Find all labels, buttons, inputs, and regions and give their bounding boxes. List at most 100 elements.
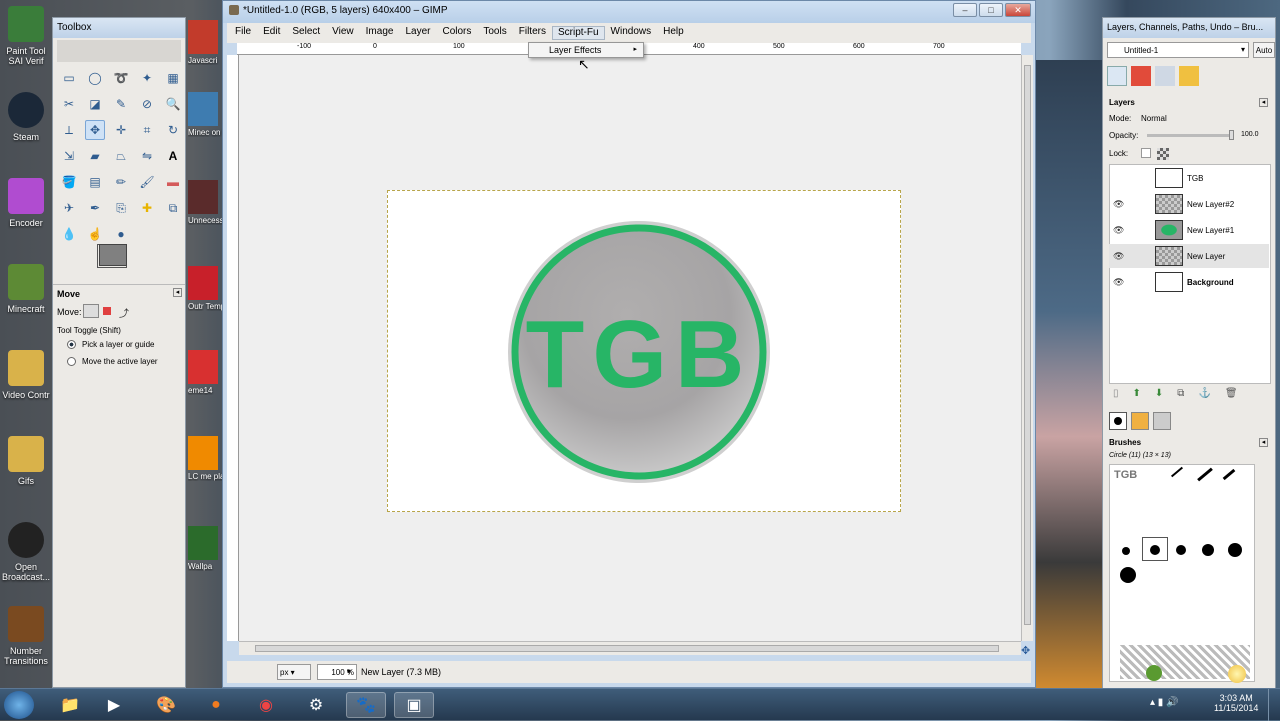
undo-tab-icon[interactable] [1179,66,1199,86]
brush-circle[interactable] [1202,544,1214,556]
channels-tab-icon[interactable] [1131,66,1151,86]
taskbar-gimp[interactable]: 🐾 [346,692,386,718]
option-move-active-layer[interactable]: Move the active layer [67,357,158,366]
duplicate-layer-icon[interactable]: ⧉ [1177,388,1184,399]
paths-tool-icon[interactable]: ✎ [111,94,131,114]
eye-icon[interactable]: 👁 [1113,277,1127,288]
brush-tgb[interactable]: TGB [1114,469,1137,481]
menu-colors[interactable]: Colors [436,26,477,40]
new-layer-button-icon[interactable]: ▯ [1113,388,1119,399]
taskbar-chrome[interactable]: ◉ [246,692,286,718]
desktop-icon-2-1[interactable]: Javascri [188,20,222,65]
vertical-ruler[interactable] [227,55,239,641]
ellipse-select-tool-icon[interactable]: ◯ [85,68,105,88]
foreground-select-tool-icon[interactable]: ◪ [85,94,105,114]
opacity-slider-handle[interactable] [1229,130,1234,140]
gradients-tab-icon[interactable] [1153,412,1171,430]
radio-unchecked-icon[interactable] [67,357,76,366]
desktop-icon-2-4[interactable]: Outr Templ [188,266,222,311]
taskbar-explorer[interactable]: 📁 [50,692,90,718]
color-select-tool-icon[interactable]: ▦ [163,68,183,88]
brushes-tab-icon[interactable] [1109,412,1127,430]
flip-tool-icon[interactable]: ⇋ [137,146,157,166]
dodge-burn-tool-icon[interactable]: ● [111,224,131,244]
taskbar-paint[interactable]: 🎨 [146,692,186,718]
tool-options-menu-icon[interactable]: ◂ [173,288,182,297]
lock-pixels-checkbox[interactable] [1141,148,1151,158]
brush-line[interactable] [1222,468,1236,481]
crop-tool-icon[interactable]: ⌗ [137,120,157,140]
layers-menu-icon[interactable]: ◂ [1259,98,1268,107]
rect-select-tool-icon[interactable]: ▭ [59,68,79,88]
lower-layer-icon[interactable]: ⬇ [1155,388,1163,399]
desktop-icon-minecraft[interactable]: Minecraft [0,264,52,314]
move-tool-icon[interactable]: ✥ [85,120,105,140]
taskbar-steam[interactable]: ⚙ [296,692,336,718]
layer-row-new-layer-2[interactable]: 👁 New Layer#2 [1109,192,1269,216]
measure-tool-icon[interactable]: ⟂ [59,120,79,140]
text-tool-icon[interactable]: A [163,146,183,166]
patterns-tab-icon[interactable] [1131,412,1149,430]
menu-script-fu[interactable]: Script-Fu [551,26,605,40]
brushes-menu-icon[interactable]: ◂ [1259,438,1268,447]
raise-layer-icon[interactable]: ⬆ [1133,388,1141,399]
airbrush-tool-icon[interactable]: ✈ [59,198,79,218]
desktop-icon-2-6[interactable]: LC me playe [188,436,222,481]
desktop-icon-2-7[interactable]: Wallpa [188,526,222,571]
menu-file[interactable]: File [229,26,257,40]
taskbar-gimp-image[interactable]: ▣ [394,692,434,718]
clone-tool-icon[interactable]: ⎘ [111,198,131,218]
menu-layer[interactable]: Layer [399,26,436,40]
menu-filters[interactable]: Filters [513,26,552,40]
eraser-tool-icon[interactable]: ▬ [163,172,183,192]
rotate-tool-icon[interactable]: ↻ [163,120,183,140]
image-canvas[interactable]: TGB [387,190,901,512]
brush-sparkle[interactable] [1228,665,1246,683]
fuzzy-select-tool-icon[interactable]: ✦ [137,68,157,88]
radio-checked-icon[interactable] [67,340,76,349]
desktop-icon-steam[interactable]: Steam [0,92,52,142]
pencil-tool-icon[interactable]: ✏ [111,172,131,192]
close-button[interactable]: ✕ [1005,3,1031,17]
minimize-button[interactable]: – [953,3,977,17]
opacity-value[interactable]: 100.0 [1241,131,1259,138]
mode-select[interactable]: Normal [1141,114,1167,123]
brushes-grid[interactable]: TGB [1109,464,1255,683]
taskbar-media-player[interactable]: ▶ [94,692,134,718]
layer-row-background[interactable]: 👁 Background [1109,270,1269,294]
smudge-tool-icon[interactable]: ☝ [85,224,105,244]
brush-circle[interactable] [1176,545,1186,555]
horizontal-scrollbar[interactable] [239,641,1021,655]
brush-pepper[interactable] [1146,665,1162,681]
horizontal-scroll-thumb[interactable] [255,645,999,652]
brush-circle[interactable] [1120,567,1136,583]
brush-line[interactable] [1197,467,1213,482]
eye-icon[interactable]: 👁 [1113,251,1127,262]
gimp-titlebar[interactable]: *Untitled-1.0 (RGB, 5 layers) 640x400 – … [223,1,1035,23]
paintbrush-tool-icon[interactable]: 🖌 [137,172,157,192]
show-desktop-button[interactable] [1268,689,1280,721]
opacity-slider-track[interactable] [1147,134,1229,137]
perspective-tool-icon[interactable]: ⏢ [111,146,131,166]
ink-tool-icon[interactable]: ✒ [85,198,105,218]
option-pick-layer[interactable]: Pick a layer or guide [67,340,154,349]
clock[interactable]: 3:03 AM 11/15/2014 [1214,693,1258,713]
color-picker-tool-icon[interactable]: ⊘ [137,94,157,114]
menu-view[interactable]: View [326,26,360,40]
scissors-tool-icon[interactable]: ✂ [59,94,79,114]
scale-tool-icon[interactable]: ⇲ [59,146,79,166]
blend-tool-icon[interactable]: ▤ [85,172,105,192]
dock-titlebar[interactable]: Layers, Channels, Paths, Undo – Bru... [1103,18,1275,38]
desktop-icon-gifs[interactable]: Gifs [0,436,52,486]
lock-alpha-icon[interactable] [1157,148,1169,160]
move-path-mode-icon[interactable]: ⤴ [119,305,129,320]
desktop-icon-video-contr[interactable]: Video Contr [0,350,52,400]
free-select-tool-icon[interactable]: ➰ [111,68,131,88]
menu-image[interactable]: Image [360,26,400,40]
eye-icon[interactable]: 👁 [1113,225,1127,236]
zoom-dropdown-icon[interactable]: ▾ [347,664,357,680]
paths-tab-icon[interactable] [1155,66,1175,86]
desktop-icon-2-5[interactable]: eme14 [188,350,222,395]
eye-icon[interactable]: 👁 [1113,199,1127,210]
anchor-layer-icon[interactable]: ⚓ [1198,388,1210,399]
